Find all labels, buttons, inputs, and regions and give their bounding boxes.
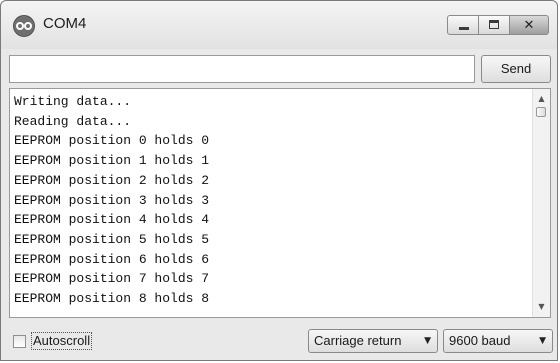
serial-output-area[interactable]: Writing data... Reading data... EEPROM pos…: [9, 88, 551, 318]
vertical-scrollbar[interactable]: ▲ ▼: [532, 89, 550, 317]
output-line: EEPROM position 1 holds 1: [14, 153, 210, 169]
bottom-bar: Autoscroll Carriage return ▼ 9600 baud ▼: [1, 321, 557, 360]
send-button[interactable]: Send: [481, 55, 551, 83]
baud-rate-select[interactable]: 9600 baud ▼: [443, 329, 553, 353]
output-line: EEPROM position 5 holds 5: [14, 231, 210, 247]
output-line: Writing data...: [14, 94, 132, 109]
serial-output-lines: Writing data... Reading data... EEPROM pos…: [14, 92, 532, 309]
chevron-down-icon: ▼: [424, 336, 431, 346]
scroll-thumb[interactable]: [536, 107, 546, 117]
chevron-down-icon: ▼: [539, 336, 546, 346]
scroll-down-arrow-icon[interactable]: ▼: [533, 299, 550, 315]
minimize-button[interactable]: [447, 15, 479, 35]
autoscroll-checkbox[interactable]: [13, 335, 26, 348]
output-line: EEPROM position 6 holds 6: [14, 251, 210, 267]
autoscroll-label[interactable]: Autoscroll: [31, 332, 93, 350]
output-line: EEPROM position 0 holds 0: [14, 133, 210, 149]
title-bar[interactable]: COM4 ✕: [1, 1, 557, 49]
output-line: EEPROM position 2 holds 2: [14, 172, 210, 188]
output-line: EEPROM position 7 holds 7: [14, 271, 210, 287]
maximize-icon: [489, 20, 499, 29]
close-icon: ✕: [523, 18, 535, 33]
line-ending-value: Carriage return: [314, 333, 402, 348]
scroll-up-arrow-icon[interactable]: ▲: [533, 91, 550, 107]
baud-rate-value: 9600 baud: [449, 333, 511, 348]
output-line: EEPROM position 4 holds 4: [14, 212, 210, 228]
line-ending-select[interactable]: Carriage return ▼: [308, 329, 438, 353]
arduino-app-icon: [13, 15, 35, 37]
close-button[interactable]: ✕: [509, 15, 549, 35]
output-line: EEPROM position 3 holds 3: [14, 192, 210, 208]
window-title: COM4: [43, 15, 87, 32]
serial-monitor-window: COM4 ✕ Send Writing data... Reading data.…: [0, 0, 558, 361]
minimize-icon: [459, 27, 469, 30]
serial-send-input[interactable]: [9, 55, 475, 83]
window-controls: ✕: [447, 15, 549, 35]
output-line: Reading data...: [14, 113, 132, 129]
output-line: EEPROM position 8 holds 8: [14, 291, 210, 307]
maximize-button[interactable]: [478, 15, 510, 35]
